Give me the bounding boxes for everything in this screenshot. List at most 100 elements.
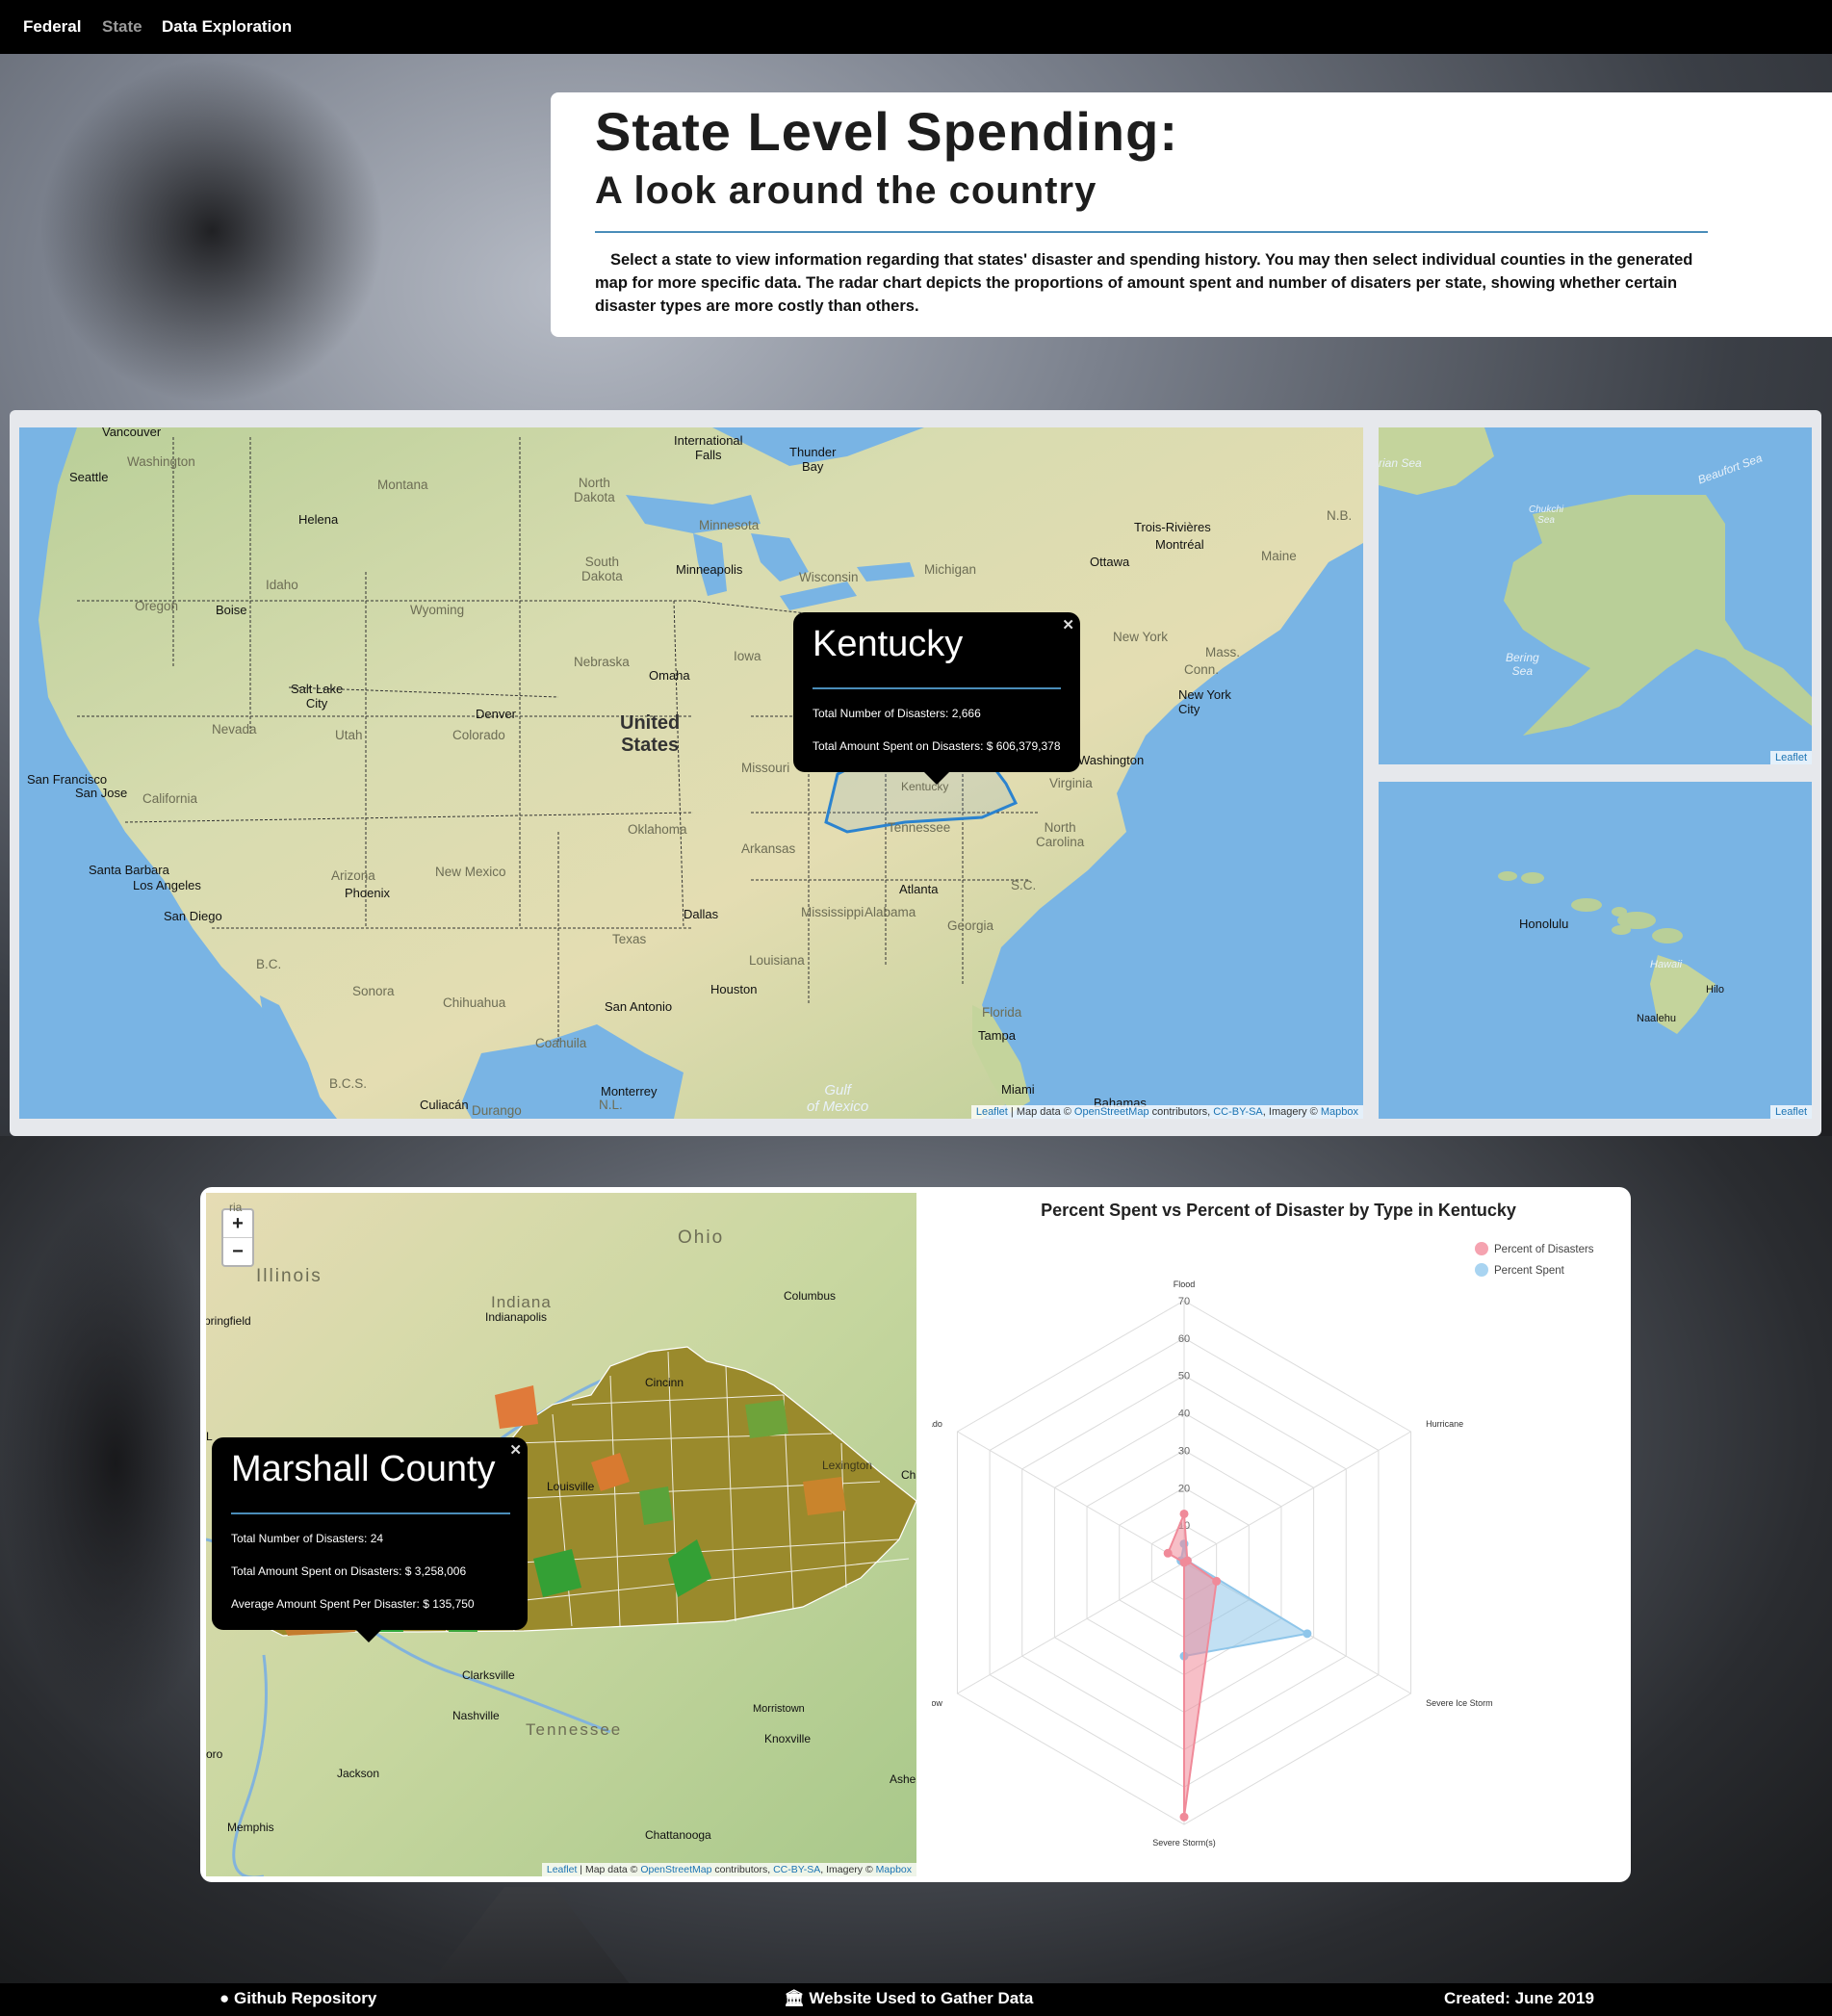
label-cha: Cha xyxy=(901,1468,916,1482)
label-san-antonio: San Antonio xyxy=(605,999,673,1014)
series-percent-disasters-point[interactable] xyxy=(1179,1558,1189,1567)
attribution-mapbox-link[interactable]: Mapbox xyxy=(1321,1106,1358,1118)
label-knoxville: Knoxville xyxy=(764,1732,812,1745)
created-date: Created: June 2019 xyxy=(1444,1989,1594,2007)
county-attribution-leaflet-link[interactable]: Leaflet xyxy=(547,1864,578,1875)
nav-state[interactable]: State xyxy=(102,17,142,37)
series-percent-spent-point[interactable] xyxy=(1303,1629,1312,1639)
label-durango: Durango xyxy=(472,1103,522,1118)
label-north-carolina: North Carolina xyxy=(1036,820,1085,849)
label-sonora: Sonora xyxy=(352,984,395,998)
label-oro: oro xyxy=(206,1747,223,1761)
label-bering-sea: Bering Sea xyxy=(1506,651,1539,678)
county-attribution-mapbox-link[interactable]: Mapbox xyxy=(876,1864,912,1875)
label-alabama: Alabama xyxy=(864,905,916,919)
attribution-cc-link[interactable]: CC-BY-SA xyxy=(1213,1106,1263,1118)
county-popup-total-spent: Total Amount Spent on Disasters: $ 3,258… xyxy=(231,1564,467,1578)
alaska-attribution-leaflet-link[interactable]: Leaflet xyxy=(1775,752,1807,763)
label-dallas: Dallas xyxy=(684,907,719,921)
label-hilo: Hilo xyxy=(1706,984,1724,995)
label-clarksville: Clarksville xyxy=(462,1668,515,1682)
label-chattanooga: Chattanooga xyxy=(645,1828,711,1842)
label-memphis: Memphis xyxy=(227,1821,274,1834)
label-san-francisco: San Francisco xyxy=(27,772,108,787)
label-seattle: Seattle xyxy=(69,470,109,484)
county-attribution-cc-link[interactable]: CC-BY-SA xyxy=(773,1864,820,1875)
label-arkansas: Arkansas xyxy=(741,841,796,856)
label-oregon: Oregon xyxy=(135,599,179,613)
data-source-link[interactable]: 🏛 Website Used to Gather Data xyxy=(784,1989,1033,2008)
legend-label-spent: Percent Spent xyxy=(1494,1265,1565,1277)
legend-swatch-disasters[interactable] xyxy=(1475,1242,1488,1255)
label-vancouver: Vancouver xyxy=(102,427,162,439)
series-percent-disasters-area[interactable] xyxy=(1166,1513,1218,1818)
label-new-york-state: New York xyxy=(1113,630,1169,644)
label-missouri: Missouri xyxy=(741,761,790,775)
hawaii-map[interactable]: Honolulu Hawaii Hilo Naalehu Leaflet xyxy=(1379,782,1812,1119)
label-ohio: Ohio xyxy=(678,1228,725,1248)
label-louisiana: Louisiana xyxy=(749,953,805,968)
tornado-funnel-bottom xyxy=(0,1194,231,1733)
label-washington: Washington xyxy=(127,454,195,469)
series-percent-disasters-point[interactable] xyxy=(1163,1548,1173,1558)
county-map-attribution: Leaflet | Map data © OpenStreetMap contr… xyxy=(541,1863,916,1876)
label-michigan: Michigan xyxy=(924,562,977,577)
popup-divider xyxy=(813,687,1061,689)
us-map[interactable]: Vancouver Washington Seattle Montana Hel… xyxy=(19,427,1363,1119)
attribution-leaflet-link[interactable]: Leaflet xyxy=(976,1106,1008,1118)
legend-swatch-spent[interactable] xyxy=(1475,1263,1488,1277)
county-popup-divider xyxy=(231,1512,510,1514)
nav-federal[interactable]: Federal xyxy=(23,17,81,37)
alaska-map[interactable]: rian Sea Chukchi Sea Beaufort Sea Bering… xyxy=(1379,427,1812,764)
series-percent-disasters-point[interactable] xyxy=(1179,1509,1189,1518)
attribution-osm-link[interactable]: OpenStreetMap xyxy=(1074,1106,1149,1118)
label-ottawa: Ottawa xyxy=(1090,555,1130,569)
label-utah: Utah xyxy=(335,728,363,742)
label-monterrey: Monterrey xyxy=(601,1084,658,1098)
radar-category-label: Snow xyxy=(932,1698,942,1708)
popup-tip xyxy=(924,772,949,785)
data-source-link-label: Website Used to Gather Data xyxy=(809,1989,1034,2007)
github-link[interactable]: ● Github Repository xyxy=(219,1989,376,2008)
attribution-text: , Imagery © xyxy=(1262,1106,1321,1118)
county-popup-average-spent: Average Amount Spent Per Disaster: $ 135… xyxy=(231,1597,475,1611)
label-tennessee: Tennessee xyxy=(888,820,951,835)
label-nb: N.B. xyxy=(1327,508,1353,523)
county-popup: ✕ Marshall County Total Number of Disast… xyxy=(212,1437,528,1642)
county-map[interactable]: + − Ohio Illinois Indiana Indianapolis C… xyxy=(206,1193,916,1876)
github-link-label: Github Repository xyxy=(234,1989,377,2007)
map-attribution: Leaflet | Map data © OpenStreetMap contr… xyxy=(970,1105,1363,1119)
radar-category-label: Severe Storm(s) xyxy=(1152,1838,1216,1848)
popup-total-spent: Total Amount Spent on Disasters: $ 606,3… xyxy=(813,739,1061,753)
label-cincinnati: Cincinn xyxy=(645,1376,684,1389)
label-new-york-city: New York City xyxy=(1178,687,1231,716)
label-san-jose: San Jose xyxy=(75,786,128,800)
nav-data-exploration[interactable]: Data Exploration xyxy=(162,17,292,37)
legend-label-disasters: Percent of Disasters xyxy=(1494,1244,1594,1255)
alaska-map-tiles xyxy=(1379,427,1812,764)
label-lexington: Lexington xyxy=(822,1459,873,1472)
label-louisville: Louisville xyxy=(547,1480,595,1493)
county-attribution-osm-link[interactable]: OpenStreetMap xyxy=(640,1864,711,1875)
hawaii-attribution-leaflet-link[interactable]: Leaflet xyxy=(1775,1106,1807,1118)
popup-close-button[interactable]: ✕ xyxy=(1062,616,1074,633)
label-thunder-bay: Thunder Bay xyxy=(789,445,837,474)
label-chihuahua: Chihuahua xyxy=(443,995,506,1010)
radar-chart-svg: Percent Spent vs Percent of Disaster by … xyxy=(911,1201,1594,1848)
county-popup-close-button[interactable]: ✕ xyxy=(509,1441,522,1459)
label-california: California xyxy=(142,791,198,806)
series-percent-disasters-point[interactable] xyxy=(1179,1812,1189,1822)
zoom-out-button[interactable]: − xyxy=(223,1237,252,1265)
label-wisconsin: Wisconsin xyxy=(799,570,859,584)
label-mississippi: Mississippi xyxy=(801,905,864,919)
detail-card: + − Ohio Illinois Indiana Indianapolis C… xyxy=(200,1187,1631,1882)
label-gulf-of-mexico: Gulf of Mexico xyxy=(807,1082,869,1115)
county-attribution-text: , Imagery © xyxy=(820,1864,876,1875)
series-percent-disasters-point[interactable] xyxy=(1212,1576,1222,1586)
label-virginia: Virginia xyxy=(1049,776,1093,790)
county-attribution-text: contributors, xyxy=(711,1864,774,1875)
label-omaha: Omaha xyxy=(649,668,690,683)
github-icon: ● xyxy=(219,1989,230,2007)
label-nl: N.L. xyxy=(599,1098,623,1112)
zoom-in-button[interactable]: + xyxy=(223,1210,252,1237)
